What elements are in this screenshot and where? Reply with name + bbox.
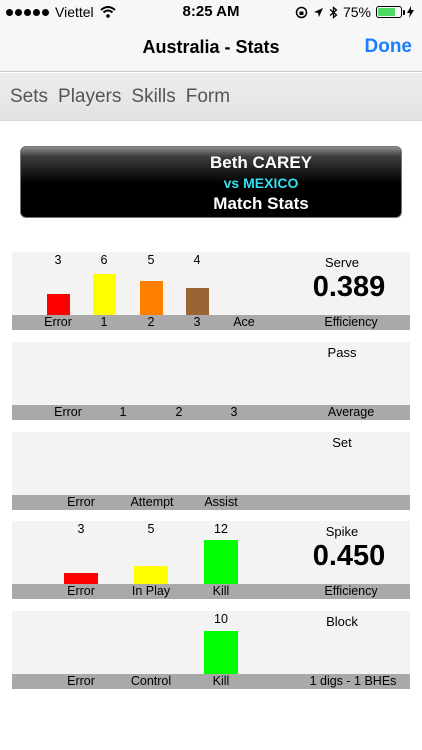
pass-error-label: Error — [54, 405, 82, 419]
serve-3-bar — [186, 288, 209, 315]
panel-title: Spike — [325, 524, 359, 539]
spike-error-label: Error — [67, 584, 95, 598]
serve-2-count: 5 — [147, 253, 155, 267]
spike-inplay-count: 5 — [147, 522, 155, 536]
serve-ace-label: Ace — [233, 315, 255, 329]
panel-title: Serve — [325, 255, 359, 270]
spike-efficiency-label: Efficiency — [324, 584, 378, 598]
serve-2-bar — [140, 281, 163, 315]
set-error-label: Error — [67, 495, 95, 509]
done-button[interactable]: Done — [365, 36, 413, 58]
serve-1-count: 6 — [100, 253, 108, 267]
serve-3-label: 3 — [193, 315, 201, 329]
serve-3-count: 4 — [193, 253, 201, 267]
match-header: Beth CAREY vs MEXICO Match Stats — [20, 146, 402, 218]
panel-title: Set — [332, 435, 352, 450]
set-assist-label: Assist — [204, 495, 238, 509]
tab-players[interactable]: Players — [58, 86, 121, 108]
spike-error-count: 3 — [77, 522, 85, 536]
panel-title: Pass — [327, 345, 357, 360]
pass-3-label: 3 — [230, 405, 238, 419]
tab-form[interactable]: Form — [186, 86, 230, 108]
battery-percent: 75% — [342, 4, 371, 20]
opponent-label: vs MEXICO — [223, 175, 299, 191]
block-kill-count: 10 — [214, 612, 228, 626]
set-attempt-label: Attempt — [130, 495, 174, 509]
spike-kill-label: Kill — [212, 584, 230, 598]
block-panel: Block 10 Error Control Kill 1 digs - 1 B… — [12, 611, 410, 689]
spike-kill-bar — [204, 540, 238, 584]
serve-1-bar — [93, 274, 116, 315]
serve-2-label: 2 — [147, 315, 155, 329]
spike-panel: Spike 0.450 3 5 12 Error In Play Kill Ef… — [12, 521, 410, 599]
tab-skills[interactable]: Skills — [131, 86, 175, 108]
bluetooth-icon — [329, 5, 338, 19]
page-title: Australia - Stats — [142, 37, 280, 57]
serve-1-label: 1 — [100, 315, 108, 329]
serve-efficiency-value: 0.389 — [312, 271, 386, 303]
serve-panel: Serve 0.389 3 6 5 4 Error 1 2 3 Ace Effi… — [12, 252, 410, 330]
block-error-label: Error — [67, 674, 95, 688]
block-digs-label: 1 digs - 1 BHEs — [309, 674, 397, 688]
pass-panel: Pass Error 1 2 3 Average — [12, 342, 410, 420]
status-bar: Viettel 8:25 AM 75% — [0, 0, 422, 24]
rotation-lock-icon — [295, 6, 308, 18]
status-right: 75% — [295, 4, 414, 20]
spike-error-bar — [64, 573, 98, 584]
block-control-label: Control — [130, 674, 172, 688]
panel-title: Block — [326, 614, 358, 629]
block-kill-bar — [204, 631, 238, 674]
spike-efficiency-value: 0.450 — [312, 540, 386, 572]
location-icon — [313, 7, 323, 17]
serve-efficiency-label: Efficiency — [324, 315, 378, 329]
pass-2-label: 2 — [175, 405, 183, 419]
tab-sets[interactable]: Sets — [10, 86, 48, 108]
serve-error-bar — [47, 294, 70, 315]
player-name: Beth CAREY — [209, 153, 312, 172]
navigation-bar: Australia - Stats Done — [0, 24, 422, 72]
block-kill-label: Kill — [212, 674, 230, 688]
charging-icon — [407, 6, 414, 18]
tab-strip: Sets Players Skills Form — [0, 73, 422, 121]
serve-error-count: 3 — [54, 253, 62, 267]
serve-error-label: Error — [44, 315, 72, 329]
spike-inplay-bar — [134, 566, 168, 584]
spike-inplay-label: In Play — [131, 584, 171, 598]
pass-1-label: 1 — [119, 405, 127, 419]
set-panel: Set Error Attempt Assist — [12, 432, 410, 510]
pass-average-label: Average — [327, 405, 375, 419]
spike-kill-count: 12 — [214, 522, 228, 536]
match-stats-label: Match Stats — [213, 194, 309, 213]
battery-icon — [376, 6, 405, 18]
